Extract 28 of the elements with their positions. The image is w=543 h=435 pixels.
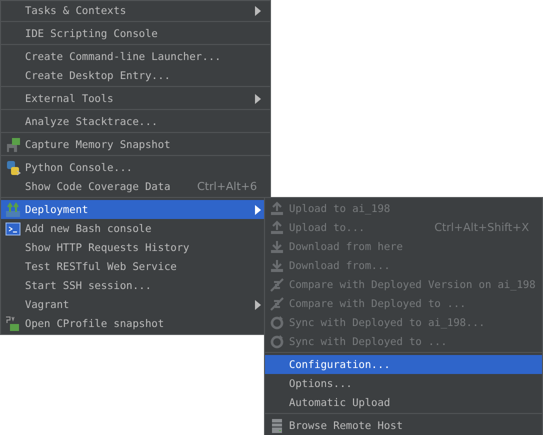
menu-item[interactable]: Automatic Upload	[265, 393, 542, 412]
menu-item[interactable]: Capture Memory Snapshot	[1, 135, 270, 154]
menu-item[interactable]: Analyze Stacktrace...	[1, 112, 270, 131]
menu-item[interactable]: External Tools	[1, 89, 270, 108]
menu-item[interactable]: Show Code Coverage Data Ctrl+Alt+6	[1, 177, 270, 196]
menu-item[interactable]: IDE Scripting Console	[1, 24, 270, 43]
memory-chip-icon	[5, 136, 21, 152]
menu-item[interactable]: Create Desktop Entry...	[1, 66, 270, 85]
compare-arrows-icon	[269, 296, 285, 312]
upload-icon	[269, 220, 285, 236]
profile-icon	[5, 316, 21, 332]
download-icon	[269, 238, 285, 254]
menu-item[interactable]: Python Console...	[1, 158, 270, 177]
terminal-icon	[5, 220, 21, 236]
shortcut-label: Ctrl+Alt+Shift+X	[434, 221, 529, 234]
upload-icon	[269, 200, 285, 216]
sync-icon	[269, 334, 285, 350]
python-icon	[5, 160, 21, 176]
upload-arrows-icon	[5, 202, 21, 218]
menu-item[interactable]: Create Command-line Launcher...	[1, 47, 270, 66]
sync-icon	[269, 314, 285, 330]
menu-item[interactable]: Browse Remote Host	[265, 416, 542, 435]
menu-item[interactable]: Tasks & Contexts	[1, 1, 270, 20]
menu-item[interactable]: Configuration...	[265, 355, 542, 374]
shortcut-label: Ctrl+Alt+6	[197, 180, 257, 193]
compare-arrows-icon	[269, 276, 285, 292]
download-icon	[269, 258, 285, 274]
menu-item[interactable]: Options...	[265, 374, 542, 393]
